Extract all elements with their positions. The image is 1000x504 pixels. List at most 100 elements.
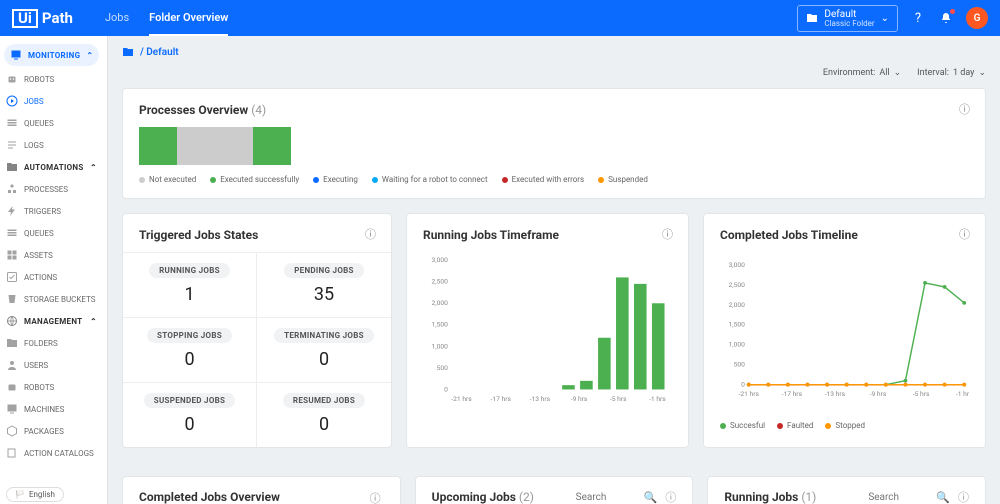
sidebar-item-machines[interactable]: MACHINES	[0, 398, 103, 420]
item-label: ACTIONS	[24, 273, 57, 282]
check-icon	[6, 271, 18, 283]
line-chart: 05001,0001,5002,0002,5003,000-21 hrs-17 …	[720, 252, 969, 412]
sidebar-section-monitoring[interactable]: MONITORING ⌃	[4, 44, 99, 66]
folder-selector[interactable]: Default Classic Folder ⌄	[797, 5, 898, 32]
user-avatar[interactable]: G	[966, 7, 988, 29]
svg-text:-5 hrs: -5 hrs	[610, 395, 627, 403]
info-button[interactable]: ⓘ	[370, 490, 384, 504]
process-tile[interactable]	[139, 127, 177, 165]
sidebar-item-triggers[interactable]: TRIGGERS	[0, 200, 103, 222]
package-icon	[6, 425, 18, 437]
sidebar-item-folders[interactable]: FOLDERS	[0, 332, 103, 354]
sidebar-item-users[interactable]: USERS	[0, 354, 103, 376]
svg-text:-5 hrs: -5 hrs	[913, 390, 930, 398]
sidebar-item-queues[interactable]: QUEUES	[0, 112, 103, 134]
sidebar-item-queues-auto[interactable]: QUEUES	[0, 222, 103, 244]
search-input[interactable]	[868, 492, 928, 503]
sidebar-item-jobs[interactable]: JOBS	[0, 90, 103, 112]
card-title: Running Jobs (1)	[724, 490, 816, 504]
svg-text:500: 500	[437, 364, 449, 372]
cell-label: SUSPENDED JOBS	[144, 393, 236, 408]
help-button[interactable]: ?	[910, 10, 926, 26]
notifications-button[interactable]	[938, 10, 954, 26]
breadcrumb[interactable]: / Default	[122, 46, 986, 58]
monitor-icon	[10, 49, 22, 61]
folder-type: Classic Folder	[824, 20, 874, 28]
legend-item: Executed successfully	[210, 175, 299, 184]
svg-text:1,000: 1,000	[432, 342, 449, 350]
cell-value: 0	[265, 349, 383, 370]
sidebar-section-automations[interactable]: AUTOMATIONS ⌃	[0, 156, 103, 178]
info-button[interactable]: ⓘ	[365, 226, 379, 240]
sidebar-item-packages[interactable]: PACKAGES	[0, 420, 103, 442]
item-label: ACTION CATALOGS	[24, 449, 94, 458]
svg-text:1,500: 1,500	[729, 321, 746, 329]
item-label: PACKAGES	[24, 427, 64, 436]
main-content[interactable]: / Default Environment: All ⌄ Interval: 1…	[108, 36, 1000, 504]
sidebar-item-actions[interactable]: ACTIONS	[0, 266, 103, 288]
triggered-cell: TERMINATING JOBS 0	[257, 317, 391, 382]
triggered-cell: RESUMED JOBS0	[257, 382, 391, 447]
sitemap-icon	[6, 183, 18, 195]
tab-folder-overview[interactable]: Folder Overview	[149, 1, 228, 36]
sidebar-item-logs[interactable]: LOGS	[0, 134, 103, 156]
sidebar-item-storage[interactable]: STORAGE BUCKETS	[0, 288, 103, 310]
language-selector[interactable]: 🏳️ English	[6, 487, 64, 502]
title-text: Running Jobs	[724, 490, 798, 504]
filter-interval[interactable]: Interval: 1 day ⌄	[917, 68, 986, 78]
sidebar-item-processes[interactable]: PROCESSES	[0, 178, 103, 200]
svg-text:2,000: 2,000	[729, 301, 746, 309]
item-label: ROBOTS	[24, 75, 54, 84]
info-button[interactable]: ⓘ	[959, 226, 973, 240]
sidebar: MONITORING ⌃ ROBOTS JOBS QUEUES LOGS AUT…	[0, 36, 108, 504]
svg-text:-1 hrs: -1 hrs	[956, 390, 969, 398]
triggered-cell: PENDING JOBS 35	[257, 252, 391, 317]
search-input[interactable]	[576, 492, 636, 503]
logo: Ui Path	[12, 9, 73, 28]
cell-label: RUNNING JOBS	[149, 263, 230, 278]
filter-label: Environment:	[823, 68, 875, 78]
info-button[interactable]: ⓘ	[959, 101, 973, 115]
sidebar-item-robots[interactable]: ROBOTS	[0, 68, 103, 90]
search-icon[interactable]: 🔍	[936, 491, 950, 504]
info-button[interactable]: ⓘ	[958, 489, 969, 504]
legend-item: Faulted	[777, 421, 813, 430]
sidebar-item-assets[interactable]: ASSETS	[0, 244, 103, 266]
sidebar-item-action-catalogs[interactable]: ACTION CATALOGS	[0, 442, 103, 464]
svg-text:-17 hrs: -17 hrs	[782, 390, 803, 398]
logo-text: Path	[42, 9, 73, 27]
process-tile[interactable]	[215, 127, 253, 165]
item-label: TRIGGERS	[24, 207, 61, 216]
svg-text:2,000: 2,000	[432, 299, 449, 307]
running-jobs-timeframe-card: ⓘ Running Jobs Timeframe 05001,0001,5002…	[406, 213, 689, 448]
sidebar-section-management[interactable]: MANAGEMENT ⌃	[0, 310, 103, 332]
logo-mark: Ui	[12, 9, 38, 28]
title-text: Processes Overview	[139, 103, 248, 117]
item-label: STORAGE BUCKETS	[24, 295, 96, 304]
section-label: AUTOMATIONS	[24, 163, 84, 172]
cell-label: PENDING JOBS	[284, 263, 364, 278]
legend-item: Waiting for a robot to connect	[372, 175, 488, 184]
cell-value: 0	[265, 414, 383, 435]
process-legend: Not executedExecuted successfullyExecuti…	[139, 175, 969, 184]
cell-label: STOPPING JOBS	[147, 328, 232, 343]
tab-jobs[interactable]: Jobs	[105, 1, 129, 36]
bucket-icon	[6, 293, 18, 305]
info-button[interactable]: ⓘ	[662, 226, 676, 240]
svg-text:3,000: 3,000	[729, 261, 746, 269]
language-label: English	[29, 490, 55, 499]
cell-value: 35	[265, 284, 383, 305]
folder-icon	[806, 12, 818, 24]
list-icon	[6, 139, 18, 151]
filter-value: All	[879, 68, 889, 78]
legend-item: Executed with errors	[502, 175, 585, 184]
triggered-cell: STOPPING JOBS0	[123, 317, 257, 382]
process-tile[interactable]	[177, 127, 215, 165]
folder-name: Default	[824, 9, 874, 20]
cell-label: TERMINATING JOBS	[274, 328, 374, 343]
search-icon[interactable]: 🔍	[644, 491, 658, 504]
filter-environment[interactable]: Environment: All ⌄	[823, 68, 901, 78]
info-button[interactable]: ⓘ	[665, 489, 676, 504]
sidebar-item-robots-mgmt[interactable]: ROBOTS	[0, 376, 103, 398]
process-tile[interactable]	[253, 127, 291, 165]
